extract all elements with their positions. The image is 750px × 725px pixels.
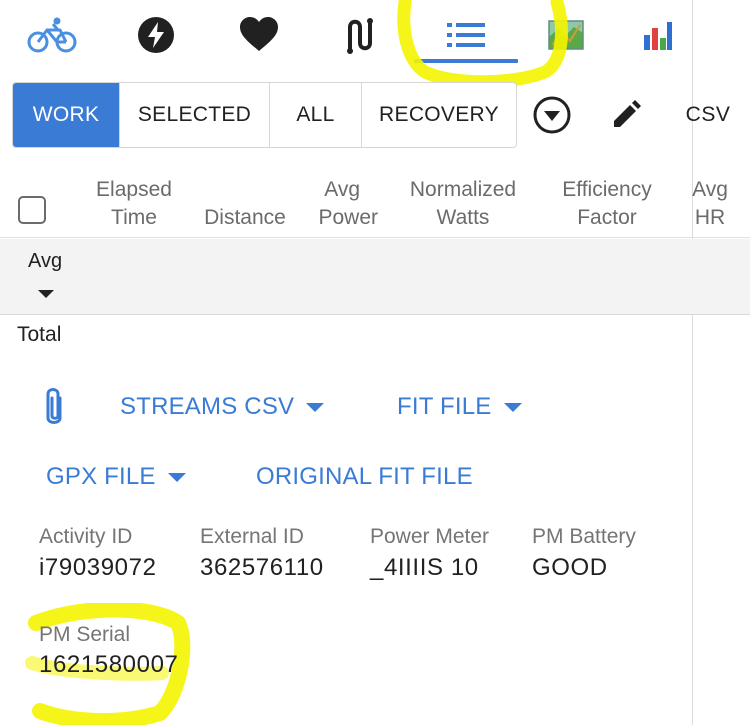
avg-summary-row (0, 239, 750, 315)
activity-filter-group: WORK SELECTED ALL RECOVERY (12, 82, 517, 148)
pencil-icon (614, 100, 641, 127)
active-tab-indicator (414, 59, 518, 63)
map-icon (548, 20, 584, 50)
column-avg-hr[interactable]: Avg HR (684, 176, 736, 232)
power-meter-value: _4IIIIS 10 (370, 554, 479, 581)
paperclip-icon[interactable] (38, 386, 70, 430)
bicycle-icon (27, 17, 77, 53)
tab-map[interactable] (526, 0, 606, 70)
column-distance[interactable]: Distance (196, 176, 294, 232)
external-id-label: External ID (200, 525, 304, 548)
list-icon (447, 23, 485, 47)
pm-serial-value: 1621580007 (39, 651, 179, 678)
column-options-button[interactable] (530, 95, 574, 135)
column-normalized-watts[interactable]: Normalized Watts (400, 176, 526, 232)
chevron-down-icon (306, 402, 325, 412)
csv-export-button[interactable]: CSV (680, 95, 736, 135)
gpx-file-dropdown[interactable]: GPX FILE (46, 463, 186, 491)
streams-csv-dropdown[interactable]: STREAMS CSV (120, 393, 325, 421)
pm-battery-label: PM Battery (532, 525, 636, 548)
activity-id-value: i79039072 (39, 554, 157, 581)
tab-power[interactable] (116, 0, 196, 70)
external-id-value: 362576110 (200, 554, 324, 581)
column-efficiency-factor[interactable]: Efficiency Factor (552, 176, 662, 232)
activity-id-label: Activity ID (39, 525, 133, 548)
lightning-icon (138, 17, 174, 53)
tab-charts[interactable] (618, 0, 698, 70)
circle-chevron-down-icon (533, 96, 571, 134)
filter-all-button[interactable]: ALL (270, 83, 362, 147)
activity-tab-bar (0, 0, 692, 80)
heart-icon (240, 17, 278, 51)
power-meter-label: Power Meter (370, 525, 490, 548)
tab-bike[interactable] (12, 0, 92, 70)
tab-heart[interactable] (219, 0, 299, 70)
avg-row-label[interactable]: Avg (28, 250, 62, 273)
total-row-label: Total (17, 323, 62, 346)
avg-dropdown-caret[interactable] (38, 290, 54, 298)
column-elapsed-time[interactable]: Elapsed Time (86, 176, 182, 232)
filter-work-button[interactable]: WORK (13, 83, 120, 147)
fit-file-dropdown[interactable]: FIT FILE (397, 393, 522, 421)
select-all-checkbox[interactable] (18, 196, 46, 224)
pm-serial-label: PM Serial (39, 623, 131, 646)
chevron-down-icon (503, 402, 522, 412)
filter-selected-button[interactable]: SELECTED (120, 83, 270, 147)
chevron-down-icon (167, 472, 186, 482)
tab-route[interactable] (322, 0, 402, 70)
edit-button[interactable] (606, 95, 646, 135)
csv-label: CSV (685, 103, 731, 126)
route-icon (347, 18, 373, 54)
filter-recovery-button[interactable]: RECOVERY (362, 83, 516, 147)
column-avg-power[interactable]: Avg Power (306, 176, 378, 232)
bar-chart-icon (644, 22, 672, 50)
pm-battery-value: GOOD (532, 554, 608, 581)
original-fit-file-link[interactable]: ORIGINAL FIT FILE (256, 463, 473, 491)
